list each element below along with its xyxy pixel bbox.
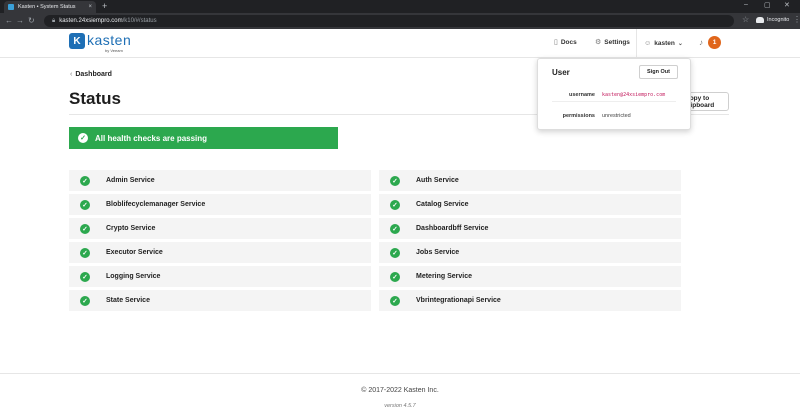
service-name: Catalog Service	[416, 201, 469, 208]
version-text: version 4.5.7	[384, 403, 416, 409]
permissions-label: permissions	[562, 113, 595, 119]
service-row: ✓ Jobs Service	[379, 242, 681, 263]
check-circle-icon: ✓	[80, 199, 90, 210]
maximize-icon[interactable]: ▢	[764, 1, 771, 9]
bookmark-star-icon[interactable]: ☆	[742, 15, 749, 24]
check-circle-icon: ✓	[390, 175, 400, 186]
docs-link[interactable]: ▯ Docs	[554, 38, 577, 47]
reload-icon[interactable]: ↻	[28, 16, 35, 25]
service-name: Dashboardbff Service	[416, 225, 489, 232]
health-banner: ✓ All health checks are passing	[69, 127, 338, 149]
service-row: ✓ Crypto Service	[69, 218, 371, 239]
check-circle-icon: ✓	[80, 247, 90, 258]
check-circle-icon: ✓	[390, 223, 400, 234]
forward-icon[interactable]: →	[16, 16, 24, 25]
breadcrumb-dashboard: Dashboard	[75, 71, 112, 78]
service-row: ✓ Logging Service	[69, 266, 371, 287]
service-name: Logging Service	[106, 273, 161, 280]
back-icon[interactable]: ←	[5, 16, 13, 25]
settings-label: Settings	[604, 38, 630, 46]
chevron-left-icon: ‹	[70, 71, 73, 78]
browser-toolbar: ← → ↻ 🔒︎ kasten.24xsiempro.com/k10/#/sta…	[0, 13, 800, 29]
service-name: Admin Service	[106, 177, 155, 184]
breadcrumb[interactable]: ‹ Dashboard	[70, 71, 112, 78]
permissions-value: unrestricted	[602, 113, 631, 119]
kasten-logo[interactable]: K kasten by Veeam	[69, 33, 131, 53]
user-label: kasten	[654, 40, 675, 47]
brand-sub: by Veeam	[105, 48, 123, 53]
user-dropdown: User Sign Out username kasten@24xsiempro…	[537, 58, 691, 130]
chevron-down-icon: ⌄	[677, 41, 683, 47]
incognito-icon	[756, 17, 764, 23]
incognito-label: Incognito	[767, 17, 790, 23]
docs-label: Docs	[560, 38, 577, 46]
tab-close-icon[interactable]: ×	[88, 4, 92, 10]
check-circle-icon: ✓	[390, 199, 400, 210]
check-circle-icon: ✓	[390, 271, 400, 282]
sign-out-button[interactable]: Sign Out	[639, 65, 678, 79]
user-menu-toggle[interactable]: ☺ kasten ⌄	[636, 29, 690, 58]
new-tab-icon[interactable]: +	[102, 1, 107, 11]
service-name: Auth Service	[416, 177, 459, 184]
service-name: Crypto Service	[106, 225, 156, 232]
copyright-text: © 2017-2022 Kasten Inc.	[361, 387, 439, 394]
browser-menu-icon[interactable]: ⋮	[793, 15, 800, 24]
notification-badge[interactable]: 1	[708, 36, 721, 49]
check-circle-icon: ✓	[390, 247, 400, 258]
service-name: State Service	[106, 297, 150, 304]
service-row: ✓ Metering Service	[379, 266, 681, 287]
kasten-favicon-icon	[8, 4, 14, 10]
service-row: ✓ Admin Service	[69, 170, 371, 191]
service-row: ✓ Auth Service	[379, 170, 681, 191]
user-dropdown-heading: User	[552, 68, 570, 77]
service-name: Jobs Service	[416, 249, 460, 256]
browser-tab-title: Kasten • System Status	[18, 4, 76, 10]
minimize-icon[interactable]: –	[744, 1, 748, 8]
service-name: Bloblifecyclemanager Service	[106, 201, 206, 208]
check-circle-icon: ✓	[80, 175, 90, 186]
username-label: username	[569, 91, 595, 98]
address-url: kasten.24xsiempro.com/k10/#/status	[59, 18, 157, 24]
service-name: Executor Service	[106, 249, 163, 256]
window-close-icon[interactable]: ✕	[784, 1, 790, 9]
health-banner-text: All health checks are passing	[95, 133, 208, 143]
user-icon: ☺	[644, 40, 652, 47]
service-name: Metering Service	[416, 273, 473, 280]
username-row: username kasten@24xsiempro.com	[552, 88, 676, 102]
service-row: ✓ Executor Service	[69, 242, 371, 263]
check-circle-icon: ✓	[78, 133, 88, 143]
app-header: K kasten by Veeam ▯ Docs ⚙ Settings ☺ ka…	[0, 29, 800, 58]
settings-link[interactable]: ⚙ Settings	[595, 38, 630, 47]
check-circle-icon: ✓	[80, 271, 90, 282]
service-name: Vbrintegrationapi Service	[416, 297, 501, 304]
service-row: ✓ Catalog Service	[379, 194, 681, 215]
username-value: kasten@24xsiempro.com	[602, 91, 666, 98]
page-footer: © 2017-2022 Kasten Inc. version 4.5.7	[0, 373, 800, 413]
browser-tab[interactable]: Kasten • System Status ×	[4, 1, 96, 13]
kasten-logo-icon: K	[69, 33, 85, 49]
service-row: ✓ Vbrintegrationapi Service	[379, 290, 681, 311]
service-row: ✓ Dashboardbff Service	[379, 218, 681, 239]
address-bar[interactable]: 🔒︎ kasten.24xsiempro.com/k10/#/status	[44, 15, 734, 27]
permissions-row: permissions unrestricted	[552, 109, 676, 123]
check-circle-icon: ✓	[80, 295, 90, 306]
book-icon: ▯	[554, 39, 558, 46]
service-row: ✓ State Service	[69, 290, 371, 311]
service-row: ✓ Bloblifecyclemanager Service	[69, 194, 371, 215]
check-circle-icon: ✓	[390, 295, 400, 306]
incognito-indicator[interactable]: Incognito	[756, 17, 789, 23]
bell-icon[interactable]: ♪	[699, 38, 703, 47]
page-title: Status	[69, 89, 121, 108]
check-circle-icon: ✓	[80, 223, 90, 234]
browser-tab-strip: Kasten • System Status × + – ▢ ✕	[0, 0, 800, 13]
brand-name: kasten	[87, 32, 132, 48]
lock-icon: 🔒︎	[52, 17, 56, 24]
gear-icon: ⚙	[595, 39, 602, 46]
